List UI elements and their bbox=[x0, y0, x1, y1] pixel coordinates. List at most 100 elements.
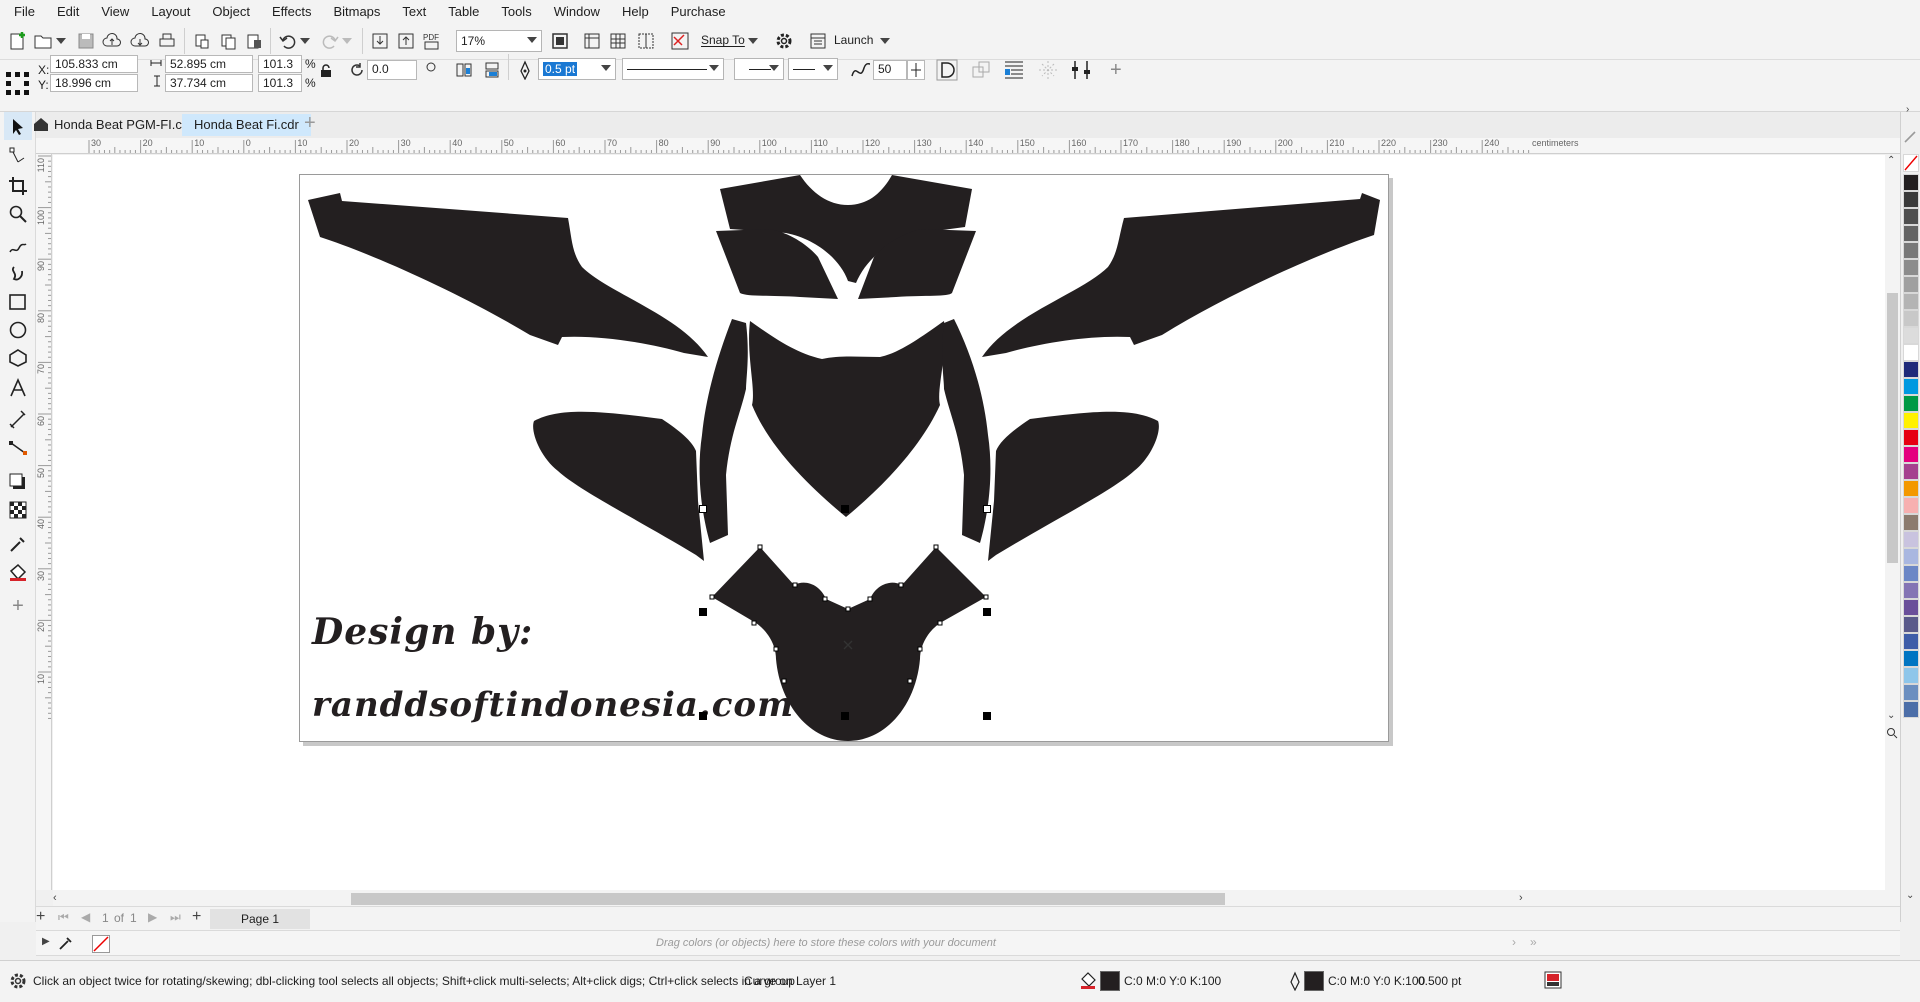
cut-icon[interactable] bbox=[190, 29, 214, 53]
new-document-icon[interactable] bbox=[6, 29, 30, 53]
page-tab[interactable]: Page 1 bbox=[210, 909, 310, 929]
object-width-field[interactable]: 52.895 cm bbox=[165, 55, 253, 73]
lock-ratio-icon[interactable] bbox=[320, 64, 332, 81]
smoothing-slider-icon[interactable] bbox=[907, 60, 925, 80]
palette-color-swatch[interactable] bbox=[1903, 497, 1919, 514]
palette-color-swatch[interactable] bbox=[1903, 548, 1919, 565]
zoom-magnifier-icon[interactable] bbox=[1886, 727, 1898, 742]
add-tool-icon[interactable]: + bbox=[4, 592, 32, 620]
horizontal-ruler[interactable]: centimeters 30 20 10 0 10 20 30 40 50 60 70 80 90 100… bbox=[36, 138, 1900, 154]
palette-color-swatch[interactable] bbox=[1903, 565, 1919, 582]
paste-icon[interactable] bbox=[242, 29, 266, 53]
drawing-canvas[interactable]: Design by: randdsoftindonesia.com bbox=[53, 155, 1900, 890]
menu-purchase[interactable]: Purchase bbox=[671, 4, 726, 19]
palette-color-swatch[interactable] bbox=[1903, 276, 1919, 293]
palette-color-swatch[interactable] bbox=[1903, 259, 1919, 276]
menu-window[interactable]: Window bbox=[554, 4, 600, 19]
menu-edit[interactable]: Edit bbox=[57, 4, 79, 19]
parallel-dimension-tool-icon[interactable] bbox=[4, 406, 32, 434]
options-gear-icon[interactable] bbox=[772, 29, 796, 53]
status-settings-gear-icon[interactable] bbox=[8, 971, 28, 994]
object-height-field[interactable]: 37.734 cm bbox=[165, 74, 253, 92]
color-proof-icon[interactable] bbox=[1544, 971, 1562, 992]
selection-handle-left[interactable] bbox=[699, 608, 707, 616]
zoom-tool-icon[interactable] bbox=[4, 200, 32, 228]
palette-color-swatch[interactable] bbox=[1903, 480, 1919, 497]
palette-color-swatch[interactable] bbox=[1903, 395, 1919, 412]
menu-text[interactable]: Text bbox=[402, 4, 426, 19]
palette-color-swatch[interactable] bbox=[1903, 344, 1919, 361]
selection-handle-right[interactable] bbox=[983, 608, 991, 616]
full-screen-preview-icon[interactable] bbox=[548, 29, 572, 53]
rectangle-tool-icon[interactable] bbox=[4, 288, 32, 316]
print-icon[interactable] bbox=[155, 29, 179, 53]
palette-color-swatch[interactable] bbox=[1903, 667, 1919, 684]
palette-color-swatch[interactable] bbox=[1903, 531, 1919, 548]
snap-to-label[interactable]: Snap To bbox=[701, 33, 745, 47]
show-grid-icon[interactable] bbox=[606, 29, 630, 53]
palette-color-swatch[interactable] bbox=[1903, 208, 1919, 225]
palette-color-swatch[interactable] bbox=[1903, 446, 1919, 463]
palette-color-swatch[interactable] bbox=[1903, 361, 1919, 378]
palette-scroll-right-icon[interactable]: › bbox=[1512, 935, 1516, 949]
selection-handle-br[interactable] bbox=[983, 712, 991, 720]
palette-color-swatch[interactable] bbox=[1903, 191, 1919, 208]
show-guidelines-icon[interactable] bbox=[634, 29, 658, 53]
palette-color-swatch[interactable] bbox=[1903, 701, 1919, 718]
palette-color-swatch[interactable] bbox=[1903, 293, 1919, 310]
polygon-tool-icon[interactable] bbox=[4, 344, 32, 372]
mirror-horizontal-icon[interactable] bbox=[454, 60, 474, 83]
alignment-guides-icon[interactable] bbox=[668, 29, 692, 53]
scroll-left-icon[interactable]: ‹ bbox=[53, 892, 57, 904]
application-launcher-icon[interactable] bbox=[806, 29, 830, 53]
pick-tool-icon[interactable] bbox=[4, 112, 32, 140]
line-style-combo[interactable] bbox=[622, 58, 724, 80]
redo-icon[interactable] bbox=[318, 29, 342, 53]
palette-color-swatch[interactable] bbox=[1903, 684, 1919, 701]
last-page-icon[interactable]: ⏭ bbox=[170, 910, 181, 925]
zoom-level-combo[interactable]: 17% bbox=[456, 30, 542, 52]
palette-color-swatch[interactable] bbox=[1903, 429, 1919, 446]
palette-color-swatch[interactable] bbox=[1903, 174, 1919, 191]
palette-color-swatch[interactable] bbox=[1903, 378, 1919, 395]
palette-scroll-end-icon[interactable]: » bbox=[1530, 935, 1537, 949]
shape-tool-icon[interactable] bbox=[4, 142, 32, 170]
snap-to-dropdown-icon[interactable] bbox=[746, 29, 760, 53]
selection-handle-tl[interactable] bbox=[699, 505, 707, 513]
fill-color-swatch[interactable] bbox=[1100, 971, 1120, 991]
palette-color-swatch[interactable] bbox=[1903, 463, 1919, 480]
scale-height-field[interactable]: 101.3 bbox=[258, 74, 302, 92]
drop-shadow-tool-icon[interactable] bbox=[4, 468, 32, 496]
palette-options-icon[interactable] bbox=[1903, 130, 1919, 147]
start-arrowhead-combo[interactable] bbox=[734, 58, 784, 80]
menu-view[interactable]: View bbox=[101, 4, 129, 19]
vertical-ruler[interactable]: 110 100 90 80 70 60 50 40 30 20 10 bbox=[36, 154, 52, 890]
curve-smoothing-field[interactable]: 50 bbox=[873, 60, 907, 80]
align-distribute-icon[interactable] bbox=[1070, 59, 1092, 84]
launch-dropdown-icon[interactable] bbox=[878, 29, 892, 53]
document-page[interactable]: Design by: randdsoftindonesia.com bbox=[299, 174, 1389, 742]
motorcycle-decal-shapes[interactable] bbox=[300, 175, 1390, 743]
tab-honda-beat-pgm-fi[interactable]: Honda Beat PGM-FI.cdr bbox=[42, 114, 205, 136]
horizontal-scroll-thumb[interactable] bbox=[351, 893, 1225, 905]
selection-handle-bl[interactable] bbox=[699, 712, 707, 720]
menu-tools[interactable]: Tools bbox=[501, 4, 531, 19]
export-icon[interactable] bbox=[394, 29, 418, 53]
selection-handle-bottom[interactable] bbox=[841, 712, 849, 720]
palette-expand-icon[interactable]: ▶ bbox=[42, 936, 50, 947]
palette-color-swatch[interactable] bbox=[1903, 412, 1919, 429]
transform-objects-icon[interactable] bbox=[970, 59, 992, 84]
scale-width-field[interactable]: 101.3 bbox=[258, 55, 302, 73]
undo-dropdown-icon[interactable] bbox=[298, 29, 312, 53]
transparency-tool-icon[interactable] bbox=[4, 496, 32, 524]
menu-effects[interactable]: Effects bbox=[272, 4, 312, 19]
add-property-icon[interactable]: + bbox=[1110, 59, 1122, 82]
palette-color-swatch[interactable] bbox=[1903, 599, 1919, 616]
show-rulers-icon[interactable] bbox=[580, 29, 604, 53]
artistic-media-tool-icon[interactable] bbox=[4, 260, 32, 288]
menu-table[interactable]: Table bbox=[448, 4, 479, 19]
cloud-upload-icon[interactable] bbox=[100, 29, 124, 53]
ellipse-tool-icon[interactable] bbox=[4, 316, 32, 344]
rotation-angle-field[interactable]: 0.0 bbox=[367, 60, 417, 80]
redo-dropdown-icon[interactable] bbox=[340, 29, 354, 53]
